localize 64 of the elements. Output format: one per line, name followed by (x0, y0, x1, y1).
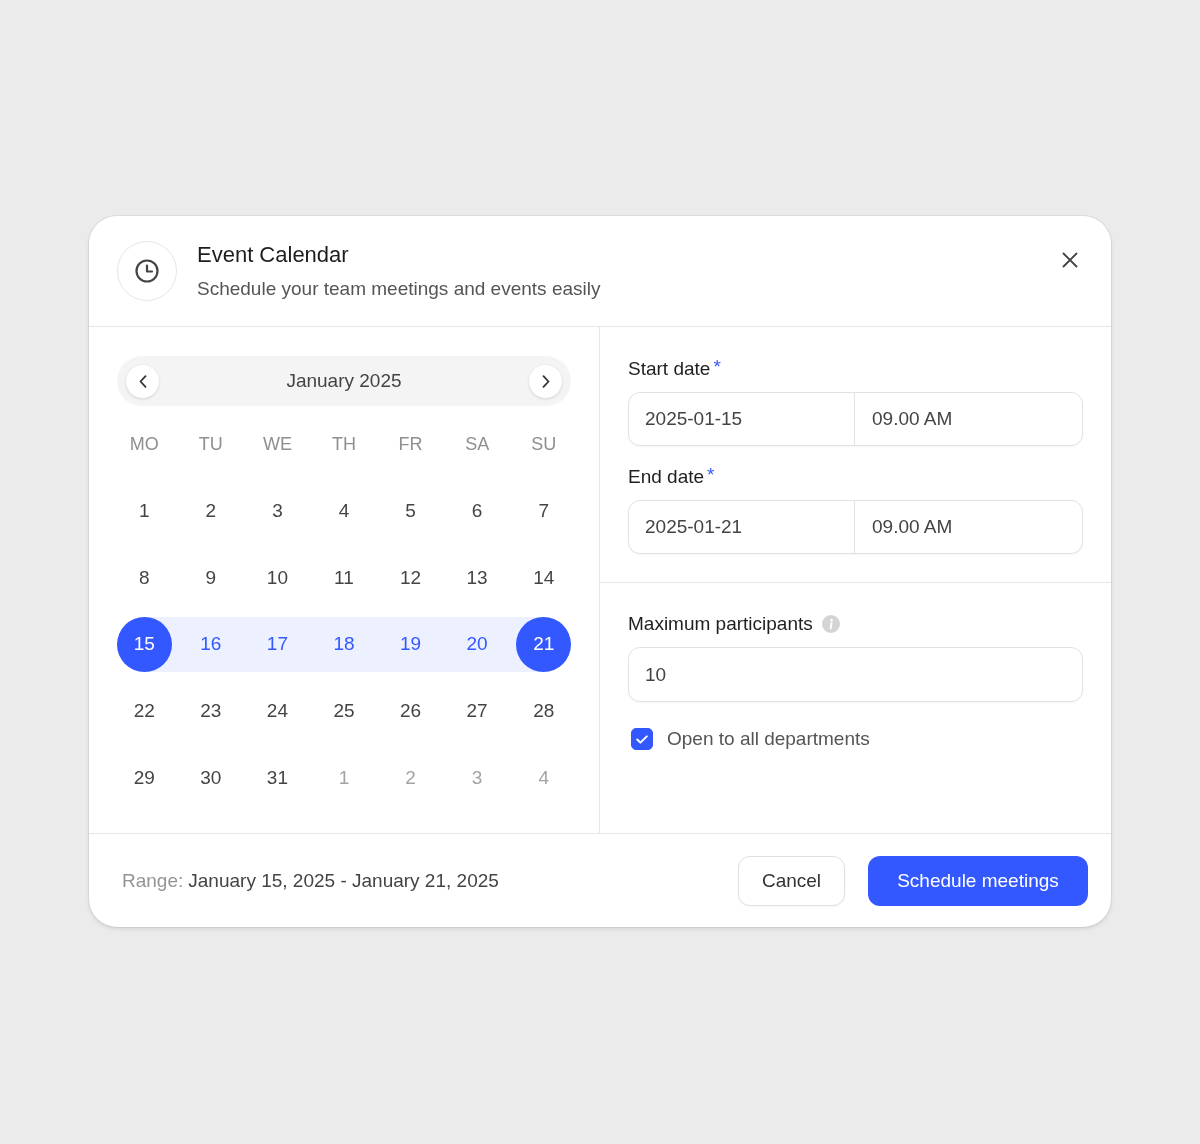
previous-month-button[interactable] (126, 364, 159, 398)
calendar-day[interactable]: 31 (249, 750, 305, 806)
close-icon (1062, 252, 1078, 268)
participants-input[interactable]: 10 (628, 647, 1083, 702)
calendar-day[interactable]: 5 (383, 483, 439, 539)
next-month-button[interactable] (529, 364, 562, 398)
checkbox-label: Open to all departments (667, 728, 870, 750)
chevron-right-icon (541, 374, 550, 388)
field-label: Maximum participants (628, 613, 813, 635)
calendar-day[interactable]: 30 (183, 750, 239, 806)
calendar-day[interactable]: 11 (316, 550, 372, 606)
calendar-day[interactable]: 18 (316, 616, 372, 672)
date-field[interactable]: 2025-01-15 (628, 392, 855, 446)
calendar-day[interactable]: 3 (249, 483, 305, 539)
weekday-label: TH (332, 433, 356, 455)
calendar-day[interactable]: 2 (183, 483, 239, 539)
required-mark: * (713, 356, 721, 378)
calendar-day[interactable]: 17 (249, 616, 305, 672)
calendar-day[interactable]: 14 (516, 550, 572, 606)
time-field[interactable]: 09.00 AM (854, 500, 1083, 554)
calendar-day[interactable]: 15 (116, 616, 172, 672)
month-label: January 2025 (286, 370, 402, 392)
weekday-label: SU (531, 433, 557, 455)
weekday-label: TU (198, 433, 223, 455)
calendar-day[interactable]: 21 (516, 616, 572, 672)
range-label: Range: (122, 869, 184, 892)
calendar-day[interactable]: 29 (116, 750, 172, 806)
required-mark: * (707, 464, 715, 486)
calendar-day[interactable]: 10 (249, 550, 305, 606)
time-field[interactable]: 09.00 AM (854, 392, 1083, 446)
field-label: Start date (628, 358, 711, 380)
calendar-day[interactable]: 25 (316, 683, 372, 739)
dialog-title: Event Calendar (197, 241, 349, 269)
calendar-day[interactable]: 20 (449, 616, 505, 672)
checkmark-icon (636, 734, 648, 744)
weekday-label: WE (262, 433, 292, 455)
checkbox[interactable] (631, 728, 653, 750)
calendar-day[interactable]: 26 (383, 683, 439, 739)
range-value: January 15, 2025 - January 21, 2025 (188, 869, 499, 892)
calendar-day[interactable]: 12 (383, 550, 439, 606)
calendar-day[interactable]: 4 (316, 483, 372, 539)
field-label: End date (628, 466, 705, 488)
schedule-button[interactable]: Schedule meetings (868, 855, 1088, 906)
calendar-day[interactable]: 23 (183, 683, 239, 739)
cancel-button[interactable]: Cancel (738, 855, 845, 906)
calendar-day[interactable]: 22 (116, 683, 172, 739)
weekday-label: SA (465, 433, 490, 455)
calendar-day[interactable]: 27 (449, 683, 505, 739)
calendar-day[interactable]: 19 (383, 616, 439, 672)
calendar-day[interactable]: 13 (449, 550, 505, 606)
calendar-day[interactable]: 24 (249, 683, 305, 739)
calendar-day[interactable]: 8 (116, 550, 172, 606)
calendar-day[interactable]: 6 (449, 483, 505, 539)
date-field[interactable]: 2025-01-21 (628, 500, 855, 554)
calendar-day[interactable]: 7 (516, 483, 572, 539)
weekday-label: MO (129, 433, 159, 455)
calendar-day[interactable]: 1 (116, 483, 172, 539)
calendar-day[interactable]: 9 (183, 550, 239, 606)
calendar-day[interactable]: 16 (183, 616, 239, 672)
calendar-day[interactable]: 28 (516, 683, 572, 739)
clock-icon (117, 241, 177, 301)
weekday-label: FR (398, 433, 423, 455)
chevron-left-icon (138, 374, 147, 388)
dialog-subtitle: Schedule your team meetings and events easily (197, 277, 601, 301)
